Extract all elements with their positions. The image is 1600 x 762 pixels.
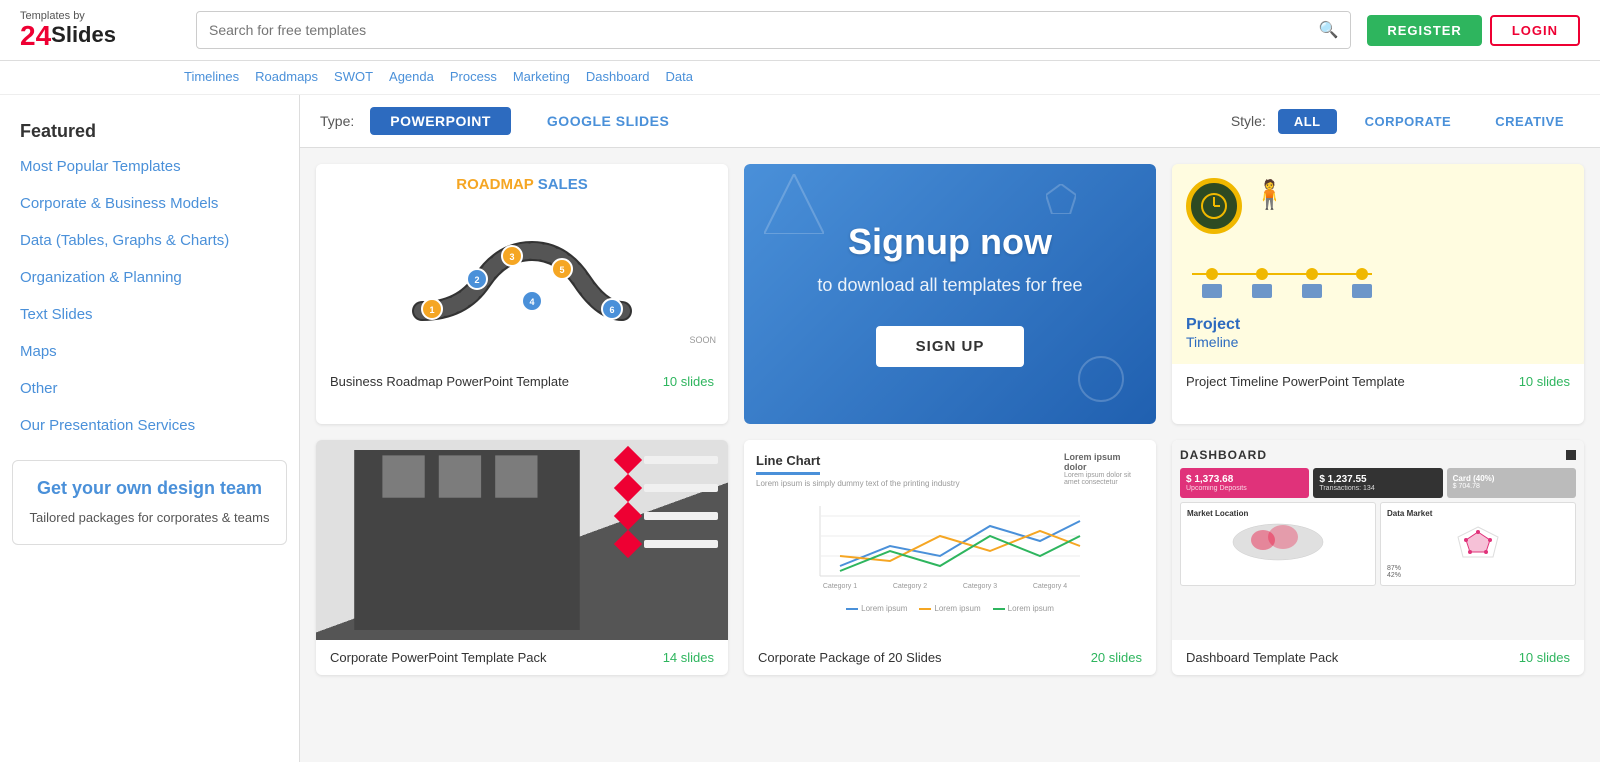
sidebar-nav: Most Popular Templates Corporate & Busin… (0, 148, 299, 444)
roadmap-svg: 1 2 3 4 5 6 (402, 201, 642, 331)
template-thumb-corporate (316, 440, 728, 640)
template-info-corporate: Corporate PowerPoint Template Pack 14 sl… (316, 640, 728, 675)
header-actions: REGISTER LOGIN (1367, 15, 1580, 46)
sidebar-item-organization[interactable]: Organization & Planning (0, 259, 299, 296)
template-slides-timeline: 10 slides (1519, 374, 1570, 389)
deco-pentagon (1046, 184, 1076, 214)
style-all[interactable]: ALL (1278, 109, 1337, 134)
svg-text:5: 5 (559, 265, 564, 275)
signup-button[interactable]: SIGN UP (876, 326, 1025, 367)
register-button[interactable]: REGISTER (1367, 15, 1481, 46)
template-title-linechart: Corporate Package of 20 Slides (758, 650, 942, 665)
template-slides-dashboard: 10 slides (1519, 650, 1570, 665)
sidebar-item-maps[interactable]: Maps (0, 333, 299, 370)
template-card-signup: Signup now to download all templates for… (744, 164, 1156, 424)
logo-brand: 24Slides (20, 22, 116, 50)
tag-dashboard[interactable]: Dashboard (582, 67, 654, 86)
svg-text:Category 4: Category 4 (1033, 583, 1067, 590)
sidebar-item-popular[interactable]: Most Popular Templates (0, 148, 299, 185)
template-info-dashboard: Dashboard Template Pack 10 slides (1172, 640, 1584, 675)
template-card-roadmap[interactable]: ROADMAP SALES 1 2 (316, 164, 728, 424)
svg-text:1: 1 (429, 305, 434, 315)
template-card-linechart[interactable]: Line Chart Lorem ipsum is simply dummy t… (744, 440, 1156, 675)
filter-type: Type: POWERPOINT GOOGLE SLIDES (320, 107, 689, 135)
tag-agenda[interactable]: Agenda (385, 67, 438, 86)
search-button[interactable]: 🔍 (1306, 12, 1350, 48)
template-slides-roadmap: 10 slides (663, 374, 714, 389)
type-label: Type: (320, 113, 354, 129)
template-card-timeline[interactable]: 🧍 (1172, 164, 1584, 424)
style-corporate[interactable]: CORPORATE (1349, 109, 1468, 134)
tag-data[interactable]: Data (662, 67, 697, 86)
header: Templates by 24Slides 🔍 REGISTER LOGIN (0, 0, 1600, 61)
tag-marketing[interactable]: Marketing (509, 67, 574, 86)
template-info-timeline: Project Timeline PowerPoint Template 10 … (1172, 364, 1584, 399)
tag-process[interactable]: Process (446, 67, 501, 86)
style-label: Style: (1231, 113, 1266, 129)
template-card-dashboard[interactable]: DASHBOARD $ 1,373.68 Upcoming Deposits $… (1172, 440, 1584, 675)
sidebar-link-maps[interactable]: Maps (0, 333, 299, 370)
template-thumb-dashboard: DASHBOARD $ 1,373.68 Upcoming Deposits $… (1172, 440, 1584, 640)
template-thumb-roadmap: ROADMAP SALES 1 2 (316, 164, 728, 364)
style-creative[interactable]: CREATIVE (1479, 109, 1580, 134)
sidebar-item-text[interactable]: Text Slides (0, 296, 299, 333)
tag-swot[interactable]: SWOT (330, 67, 377, 86)
promo-subtitle: Tailored packages for corporates & teams (29, 508, 270, 528)
signup-card: Signup now to download all templates for… (744, 164, 1156, 424)
sidebar-link-services[interactable]: Our Presentation Services (0, 407, 299, 444)
sidebar-link-corporate-business[interactable]: Corporate & Business Models (0, 185, 299, 222)
sidebar-link-organization[interactable]: Organization & Planning (0, 259, 299, 296)
roadmap-preview: ROADMAP SALES 1 2 (316, 164, 728, 364)
template-thumb-linechart: Line Chart Lorem ipsum is simply dummy t… (744, 440, 1156, 640)
templates-grid: ROADMAP SALES 1 2 (300, 148, 1600, 691)
template-title-corporate: Corporate PowerPoint Template Pack (330, 650, 547, 665)
login-button[interactable]: LOGIN (1490, 15, 1580, 46)
sidebar-link-text[interactable]: Text Slides (0, 296, 299, 333)
template-title-roadmap: Business Roadmap PowerPoint Template (330, 374, 569, 389)
svg-text:Category 3: Category 3 (963, 583, 997, 590)
sidebar-promo: Get your own design team Tailored packag… (12, 460, 287, 545)
template-thumb-timeline: 🧍 (1172, 164, 1584, 364)
template-info-linechart: Corporate Package of 20 Slides 20 slides (744, 640, 1156, 675)
type-google-slides[interactable]: GOOGLE SLIDES (527, 107, 689, 135)
svg-text:Category 2: Category 2 (893, 583, 927, 590)
type-powerpoint[interactable]: POWERPOINT (370, 107, 511, 135)
svg-text:Category 1: Category 1 (823, 583, 857, 590)
sidebar-section-title: Featured (0, 111, 299, 148)
promo-title: Get your own design team (29, 477, 270, 500)
sidebar-link-other[interactable]: Other (0, 370, 299, 407)
sidebar-item-corporate-business[interactable]: Corporate & Business Models (0, 185, 299, 222)
filter-bar: Type: POWERPOINT GOOGLE SLIDES Style: AL… (300, 95, 1600, 148)
sidebar-item-data[interactable]: Data (Tables, Graphs & Charts) (0, 222, 299, 259)
template-slides-linechart: 20 slides (1091, 650, 1142, 665)
template-title-timeline: Project Timeline PowerPoint Template (1186, 374, 1405, 389)
template-card-corporate[interactable]: Corporate PowerPoint Template Pack 14 sl… (316, 440, 728, 675)
filter-style: Style: ALL CORPORATE CREATIVE (1231, 109, 1580, 134)
logo: Templates by 24Slides (20, 10, 180, 50)
content-area: Type: POWERPOINT GOOGLE SLIDES Style: AL… (300, 95, 1600, 762)
main-layout: Featured Most Popular Templates Corporat… (0, 95, 1600, 762)
sidebar-item-services[interactable]: Our Presentation Services (0, 407, 299, 444)
sub-nav: Timelines Roadmaps SWOT Agenda Process M… (0, 61, 1600, 95)
sidebar-item-other[interactable]: Other (0, 370, 299, 407)
sidebar-link-data[interactable]: Data (Tables, Graphs & Charts) (0, 222, 299, 259)
tag-roadmaps[interactable]: Roadmaps (251, 67, 322, 86)
svg-text:4: 4 (529, 297, 534, 307)
template-info-roadmap: Business Roadmap PowerPoint Template 10 … (316, 364, 728, 399)
template-slides-corporate: 14 slides (663, 650, 714, 665)
signup-subtext: to download all templates for free (817, 275, 1082, 296)
svg-text:6: 6 (609, 305, 614, 315)
search-bar: 🔍 (196, 11, 1351, 49)
sidebar: Featured Most Popular Templates Corporat… (0, 95, 300, 762)
tag-timelines[interactable]: Timelines (180, 67, 243, 86)
signup-heading: Signup now (848, 221, 1052, 263)
svg-text:2: 2 (474, 275, 479, 285)
svg-text:3: 3 (509, 252, 514, 262)
template-title-dashboard: Dashboard Template Pack (1186, 650, 1338, 665)
deco-circle-right (1076, 354, 1126, 404)
deco-triangle-left (764, 174, 824, 234)
search-input[interactable] (197, 14, 1306, 46)
sidebar-link-popular[interactable]: Most Popular Templates (0, 148, 299, 185)
